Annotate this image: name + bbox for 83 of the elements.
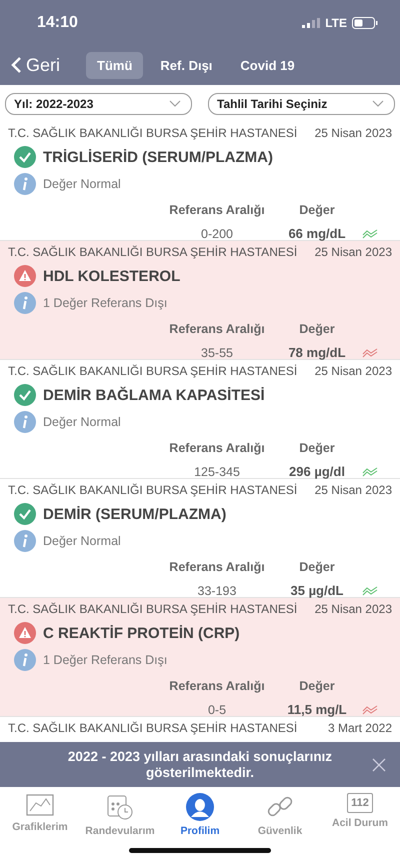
result-card[interactable]: T.C. SAĞLIK BAKANLIĞI BURSA ŞEHİR HASTANESİ 25 Nisan 2023 DEMİR BAĞLAMA KAPASİTESİ Değer Normal Referans Aralığı Değer 125-345 296 µg/dl — [0, 360, 400, 479]
dropdown[interactable]: Tahlil Tarihi Seçiniz — [208, 92, 395, 114]
result-value: 11,5 mg/L — [286, 702, 348, 717]
result-date: 25 Nisan 2023 — [314, 601, 392, 617]
signal-icon — [302, 18, 320, 28]
info-icon — [14, 649, 36, 671]
result-note: Değer Normal — [43, 534, 121, 548]
hospital-name: T.C. SAĞLIK BAKANLIĞI BURSA ŞEHİR HASTANESİ — [8, 363, 298, 379]
info-banner-message: 2022 - 2023 yılları arasındaki sonuçlarınız gösterilmektedir. — [66, 748, 334, 780]
trend-icon[interactable] — [362, 228, 378, 238]
reference-range: 33-193 — [196, 584, 238, 598]
trend-icon[interactable] — [362, 348, 378, 358]
warning-icon — [14, 622, 36, 644]
clock-time: 14:10 — [37, 14, 78, 32]
hospital-name: T.C. SAĞLIK BAKANLIĞI BURSA ŞEHİR HASTANESİ — [8, 244, 298, 260]
hospital-name: T.C. SAĞLIK BAKANLIĞI BURSA ŞEHİR HASTANESİ — [8, 482, 298, 498]
chevron-down-icon — [169, 100, 181, 107]
reference-range: 0-5 — [206, 702, 228, 716]
test-name: DEMİR (SERUM/PLAZMA) — [43, 506, 226, 522]
check-icon — [14, 503, 36, 525]
reference-range: 35-55 — [200, 346, 234, 360]
network-type: LTE — [325, 16, 347, 30]
trend-icon[interactable] — [362, 586, 378, 596]
test-name: TRİGLİSERİD (SERUM/PLAZMA) — [43, 148, 273, 166]
filter-tab[interactable]: Ref. Dışı — [149, 52, 224, 78]
calendar-clock-icon — [106, 793, 134, 821]
result-card[interactable]: T.C. SAĞLIK BAKANLIĞI BURSA ŞEHİR HASTANESİ 25 Nisan 2023 C REAKTİF PROTEİN (CRP) 1 Değer Referans Dışı Referans Aralığı Değer 0-5 11,5 mg/L — [0, 598, 400, 717]
dropdown[interactable]: Yıl: 2022-2023 — [5, 92, 192, 114]
column-label: Değer — [298, 679, 336, 693]
result-note: 1 Değer Referans Dışı — [43, 653, 168, 667]
result-value: 66 mg/dL — [287, 226, 347, 241]
result-value: 78 mg/dL — [287, 345, 347, 360]
emergency-number-icon: 112 — [347, 793, 373, 813]
info-icon — [14, 530, 36, 552]
tab-bar-item[interactable]: Randevularım — [80, 793, 160, 865]
result-date: 3 Mart 2022 — [328, 720, 392, 736]
check-icon — [14, 384, 36, 406]
info-icon — [14, 411, 36, 433]
result-date: 25 Nisan 2023 — [314, 482, 392, 498]
info-icon — [14, 292, 36, 314]
battery-icon — [352, 16, 378, 28]
column-label: Referans Aralığı — [168, 560, 266, 574]
close-icon[interactable] — [372, 758, 386, 772]
tab-bar-item[interactable]: Güvenlik — [240, 793, 320, 865]
trend-icon[interactable] — [362, 704, 378, 714]
test-name: DEMİR BAĞLAMA KAPASİTESİ — [43, 386, 265, 404]
column-label: Değer — [298, 560, 336, 574]
tab-bar-item[interactable]: Grafiklerim — [0, 793, 80, 865]
test-name: C REAKTİF PROTEİN (CRP) — [43, 624, 240, 642]
result-note: 1 Değer Referans Dışı — [43, 296, 168, 310]
hospital-name: T.C. SAĞLIK BAKANLIĞI BURSA ŞEHİR HASTANESİ — [8, 601, 298, 617]
reference-range: 0-200 — [200, 226, 234, 240]
back-button[interactable]: Geri — [10, 54, 80, 76]
trend-icon[interactable] — [362, 466, 378, 476]
hospital-name: T.C. SAĞLIK BAKANLIĞI BURSA ŞEHİR HASTANESİ — [8, 720, 298, 736]
column-label: Referans Aralığı — [168, 322, 266, 336]
chevron-down-icon — [372, 100, 384, 107]
column-label: Değer — [298, 203, 336, 217]
test-name: HDL KOLESTEROL — [43, 268, 180, 284]
filter-tab[interactable]: Covid 19 — [229, 52, 306, 78]
column-label: Değer — [298, 322, 336, 336]
result-note: Değer Normal — [43, 415, 121, 429]
result-card[interactable]: T.C. SAĞLIK BAKANLIĞI BURSA ŞEHİR HASTANESİ 25 Nisan 2023 HDL KOLESTEROL 1 Değer Referans Dışı Referans Aralığı Değer 35-55 78 mg/dL — [0, 241, 400, 360]
result-date: 25 Nisan 2023 — [314, 244, 392, 260]
back-chevron-icon — [10, 56, 22, 74]
reference-range: 125-345 — [193, 464, 241, 478]
column-label: Referans Aralığı — [168, 203, 266, 217]
result-value: 35 µg/dL — [290, 583, 344, 598]
result-value: 296 µg/dl — [288, 464, 346, 479]
result-date: 25 Nisan 2023 — [314, 125, 392, 141]
warning-icon — [14, 265, 36, 287]
filter-tab[interactable]: Tümü — [86, 52, 144, 78]
info-icon — [14, 173, 36, 195]
result-note: Değer Normal — [43, 177, 121, 191]
hospital-name: T.C. SAĞLIK BAKANLIĞI BURSA ŞEHİR HASTANESİ — [8, 125, 298, 141]
column-label: Referans Aralığı — [168, 679, 266, 693]
line-chart-icon — [26, 793, 54, 817]
profile-icon — [186, 793, 214, 821]
column-label: Değer — [298, 441, 336, 455]
result-date: 25 Nisan 2023 — [314, 363, 392, 379]
column-label: Referans Aralığı — [168, 441, 266, 455]
check-icon — [14, 146, 36, 168]
tab-bar-item[interactable]: 112 Acil Durum — [320, 793, 400, 865]
